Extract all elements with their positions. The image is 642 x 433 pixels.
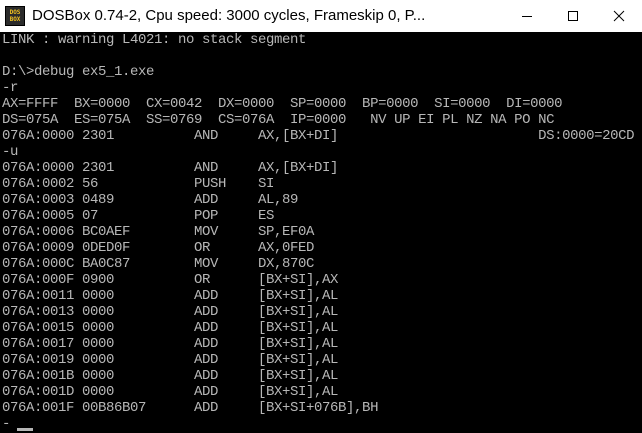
console-line: -u — [2, 144, 19, 160]
console-line: 076A:0009 0DED0F OR AX,0FED — [2, 240, 315, 256]
console-line: 076A:000C BA0C87 MOV DX,870C — [2, 256, 315, 272]
console-line: 076A:001F 00B86B07 ADD [BX+SI+076B],BH — [2, 400, 379, 416]
console-line: 076A:0005 07 POP ES — [2, 208, 275, 224]
dosbox-window: DOS BOX DOSBox 0.74-2, Cpu speed: 3000 c… — [0, 0, 642, 433]
console-line: 076A:0003 0489 ADD AL,89 — [2, 192, 299, 208]
text-cursor — [17, 428, 33, 431]
console-line: 076A:0019 0000 ADD [BX+SI],AL — [2, 352, 339, 368]
icon-text-top: DOS — [9, 9, 21, 16]
close-icon — [613, 10, 625, 22]
console-prompt: - — [2, 416, 11, 432]
console-line: D:\>debug ex5_1.exe — [2, 64, 155, 80]
console-line: DS=075A ES=075A SS=0769 CS=076A IP=0000 … — [2, 112, 555, 128]
console-line: 076A:0006 BC0AEF MOV SP,EF0A — [2, 224, 315, 240]
title-bar[interactable]: DOS BOX DOSBox 0.74-2, Cpu speed: 3000 c… — [0, 0, 642, 32]
maximize-icon — [568, 11, 578, 21]
close-button[interactable] — [596, 0, 642, 32]
console-line: 076A:001B 0000 ADD [BX+SI],AL — [2, 368, 339, 384]
console-line: 076A:0015 0000 ADD [BX+SI],AL — [2, 320, 339, 336]
console-line: 076A:001D 0000 ADD [BX+SI],AL — [2, 384, 339, 400]
icon-text-bottom: BOX — [9, 16, 21, 23]
console-line: 076A:000F 0900 OR [BX+SI],AX — [2, 272, 339, 288]
window-title: DOSBox 0.74-2, Cpu speed: 3000 cycles, F… — [32, 7, 426, 24]
console-line: LINK : warning L4021: no stack segment — [2, 32, 307, 48]
console-line: 076A:0000 2301 AND AX,[BX+DI] DS:0000=20… — [2, 128, 635, 144]
console-line: 076A:0013 0000 ADD [BX+SI],AL — [2, 304, 339, 320]
console-line: 076A:0002 56 PUSH SI — [2, 176, 275, 192]
minimize-button[interactable] — [504, 0, 550, 32]
minimize-icon — [522, 16, 532, 17]
maximize-button[interactable] — [550, 0, 596, 32]
console-line: -r — [2, 80, 19, 96]
console-line: AX=FFFF BX=0000 CX=0042 DX=0000 SP=0000 … — [2, 96, 563, 112]
console-line: 076A:0011 0000 ADD [BX+SI],AL — [2, 288, 339, 304]
dosbox-icon: DOS BOX — [5, 6, 25, 26]
dos-console[interactable]: LINK : warning L4021: no stack segment D… — [0, 32, 642, 433]
console-line: 076A:0000 2301 AND AX,[BX+DI] — [2, 160, 339, 176]
console-line: 076A:0017 0000 ADD [BX+SI],AL — [2, 336, 339, 352]
